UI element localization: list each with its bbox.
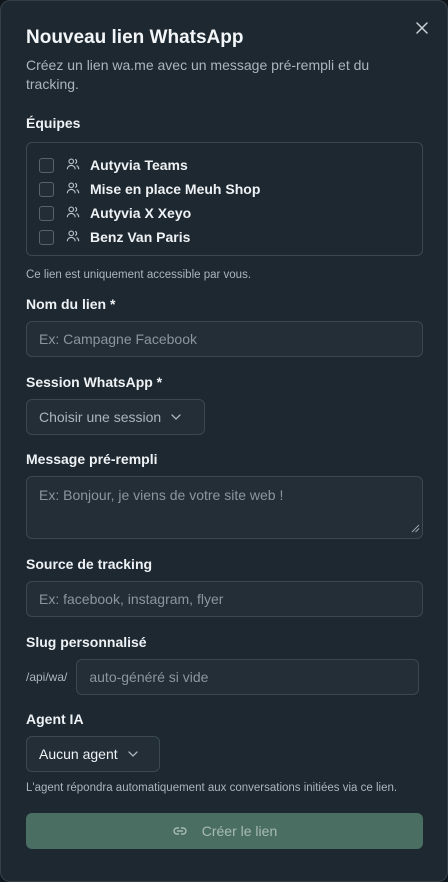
link-name-input[interactable]: Ex: Campagne Facebook [26, 321, 423, 357]
dialog-subtitle: Créez un lien wa.me avec un message pré-… [26, 57, 370, 92]
tracking-label: Source de tracking [26, 556, 153, 572]
slug-row: /api/wa/ auto-généré si vide [26, 659, 422, 695]
team-checkbox[interactable] [39, 205, 54, 221]
users-icon [66, 157, 82, 173]
slug-label: Slug personnalisé [26, 634, 147, 650]
message-textarea[interactable]: Ex: Bonjour, je viens de votre site web … [26, 476, 423, 539]
link-icon [172, 823, 188, 839]
teams-hint: Ce lien est uniquement accessible par vo… [26, 269, 252, 281]
message-placeholder: Ex: Bonjour, je viens de votre site web … [39, 487, 284, 503]
agent-select-value: Aucun agent [39, 746, 118, 762]
team-name: Benz Van Paris [90, 229, 191, 245]
team-checkbox[interactable] [39, 157, 54, 173]
session-select-value: Choisir une session [39, 409, 162, 425]
slug-input[interactable]: auto-généré si vide [76, 659, 420, 695]
resize-handle-icon[interactable] [411, 520, 420, 536]
users-icon [66, 181, 82, 197]
chevron-down-icon [171, 414, 181, 420]
close-icon [416, 22, 428, 34]
team-item[interactable]: Mise en place Meuh Shop [39, 177, 410, 201]
team-item[interactable]: Autyvia Teams [39, 153, 410, 177]
message-label: Message pré-rempli [26, 451, 158, 467]
teams-list: Autyvia Teams Mise en place Meuh Shop Au… [26, 142, 423, 256]
session-select[interactable]: Choisir une session [26, 399, 205, 435]
link-name-label: Nom du lien * [26, 296, 116, 312]
tracking-source-input[interactable]: Ex: facebook, instagram, flyer [26, 581, 423, 617]
teams-label: Équipes [26, 115, 81, 131]
team-name: Mise en place Meuh Shop [90, 181, 261, 197]
team-item[interactable]: Benz Van Paris [39, 225, 410, 249]
team-item[interactable]: Autyvia X Xeyo [39, 201, 410, 225]
users-icon [66, 229, 82, 245]
agent-hint: L'agent répondra automatiquement aux con… [26, 782, 398, 794]
close-button[interactable] [413, 19, 431, 37]
chevron-down-icon [127, 751, 138, 757]
team-checkbox[interactable] [39, 181, 54, 197]
create-link-label: Créer le lien [201, 823, 278, 839]
team-name: Autyvia Teams [90, 157, 188, 173]
users-icon [66, 205, 82, 221]
new-whatsapp-link-dialog: Nouveau lien WhatsApp Créez un lien wa.m… [0, 0, 448, 882]
agent-select[interactable]: Aucun agent [26, 736, 160, 772]
session-label: Session WhatsApp * [26, 374, 163, 390]
dialog-title: Nouveau lien WhatsApp [26, 27, 244, 48]
team-name: Autyvia X Xeyo [90, 205, 192, 221]
agent-label: Agent IA [26, 711, 84, 727]
create-link-button[interactable]: Créer le lien [26, 813, 423, 849]
slug-prefix: /api/wa/ [26, 670, 68, 684]
team-checkbox[interactable] [39, 229, 54, 245]
